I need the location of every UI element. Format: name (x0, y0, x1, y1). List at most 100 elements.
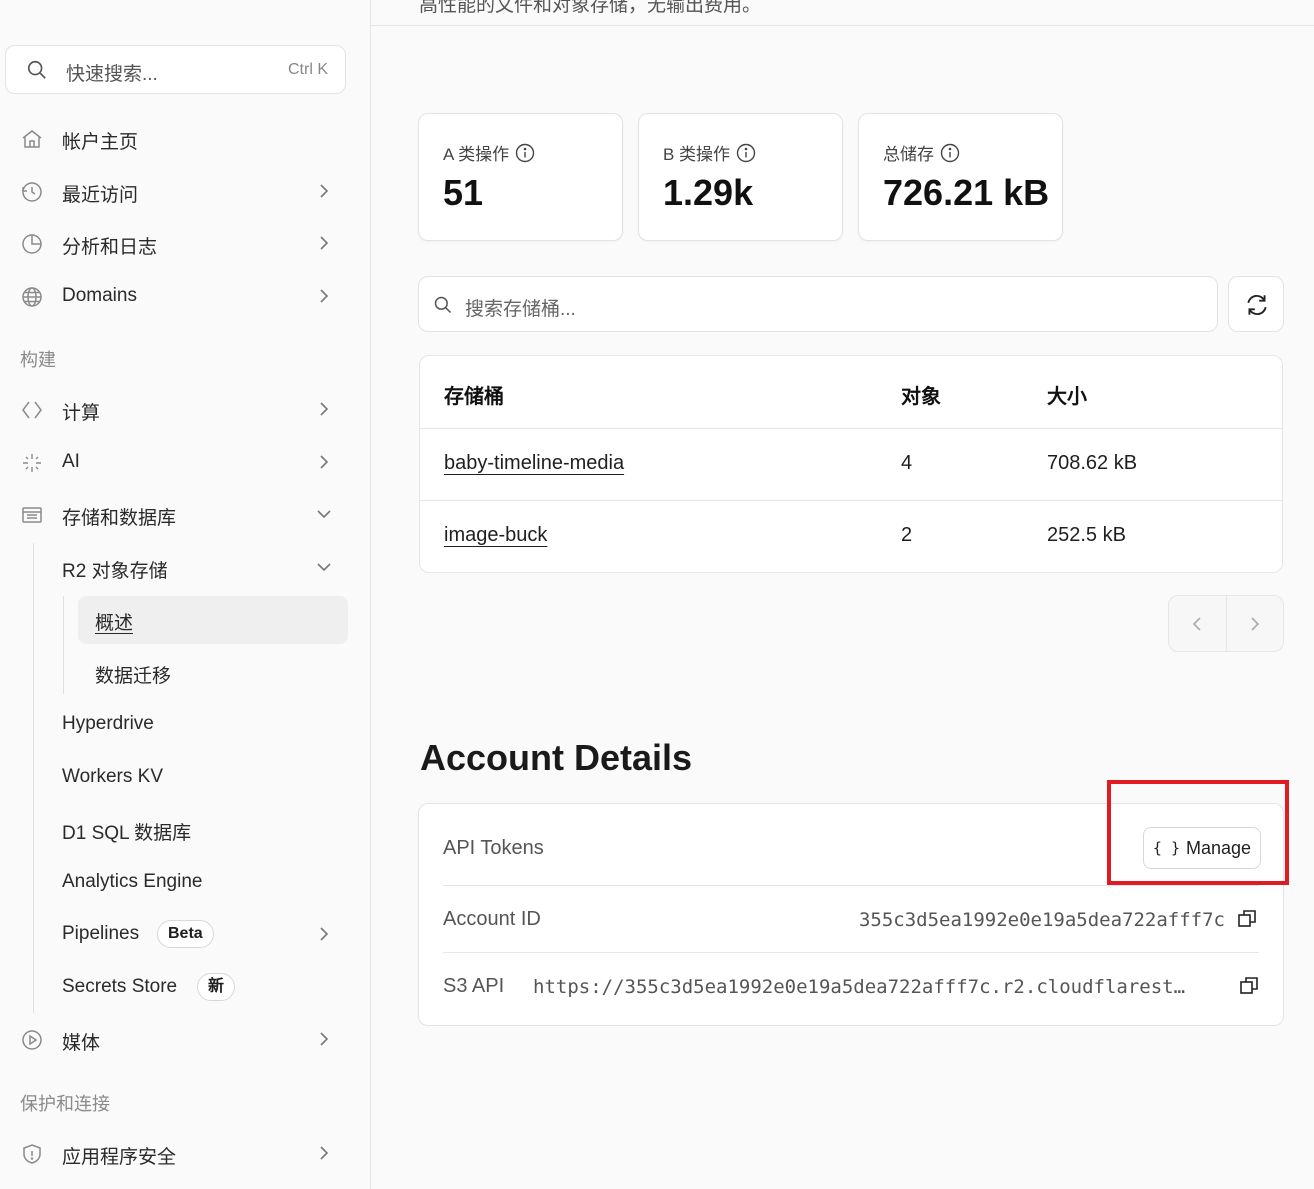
quick-search-input[interactable]: 快速搜索... Ctrl K (5, 45, 346, 94)
nav-item-recent[interactable]: 最近访问 (0, 169, 350, 213)
previous-page-button[interactable] (1187, 614, 1207, 634)
nav-item-label: 应用程序安全 (62, 1147, 177, 1168)
beta-badge: Beta (157, 920, 214, 948)
stat-value: 1.29k (663, 172, 754, 213)
account-id-label: Account ID (443, 908, 541, 930)
bucket-link[interactable]: image-buck (444, 524, 547, 547)
info-icon[interactable] (515, 143, 535, 163)
shield-icon (23, 1144, 41, 1164)
search-icon (434, 296, 452, 314)
nav-item-label: 媒体 (62, 1033, 101, 1054)
play-circle-icon (22, 1030, 42, 1050)
table-row: baby-timeline-media 4 708.62 kB (420, 428, 1282, 500)
bucket-search-input[interactable]: 搜索存储桶... (418, 276, 1218, 332)
stat-value: 51 (443, 172, 484, 213)
search-icon (27, 60, 46, 79)
copy-icon[interactable] (1239, 976, 1259, 996)
nav-item-r2[interactable]: R2 对象存储 (0, 545, 350, 589)
next-page-button[interactable] (1245, 614, 1265, 634)
chevron-right-icon (320, 927, 329, 941)
search-shortcut: Ctrl K (288, 61, 328, 78)
bucket-objects: 4 (901, 452, 913, 474)
bucket-search-placeholder: 搜索存储桶... (465, 299, 576, 320)
nav-item-compute[interactable]: 计算 (0, 387, 350, 431)
nav-item-label: 概述 (95, 613, 134, 634)
chevron-right-icon (320, 1032, 329, 1046)
nav-item-pipelines[interactable]: Pipelines Beta (0, 912, 350, 956)
chevron-right-icon (320, 402, 329, 416)
column-header-bucket: 存储桶 (444, 386, 504, 408)
pagination (1168, 595, 1284, 652)
s3-api-value: https://355c3d5ea1992e0e19a5dea722afff7c… (533, 976, 1186, 998)
info-icon[interactable] (736, 143, 756, 163)
bucket-size: 708.62 kB (1047, 452, 1138, 474)
chevron-down-icon (317, 563, 331, 572)
stat-title-text: A 类操作 (443, 145, 510, 164)
info-icon[interactable] (940, 143, 960, 163)
refresh-button[interactable] (1228, 276, 1284, 332)
account-id-row: Account ID 355c3d5ea1992e0e19a5dea722aff… (443, 886, 1259, 952)
nav-item-label: 数据迁移 (95, 666, 172, 687)
api-tokens-label: API Tokens (443, 837, 544, 859)
nav-item-label: Analytics Engine (62, 871, 203, 892)
stat-title: B 类操作 (663, 140, 756, 165)
nav-item-label: Workers KV (62, 766, 164, 787)
nav-item-label: 最近访问 (62, 185, 139, 206)
home-icon (22, 130, 42, 148)
column-header-size: 大小 (1047, 386, 1087, 408)
nav-item-label: D1 SQL 数据库 (62, 823, 192, 844)
history-icon (22, 182, 42, 202)
nav-item-secrets-store[interactable]: Secrets Store 新 (0, 965, 350, 1009)
refresh-icon (1247, 294, 1267, 316)
stat-card-class-b: B 类操作 1.29k (638, 113, 843, 241)
pie-chart-icon (22, 234, 42, 254)
nav-item-label: R2 对象存储 (62, 561, 168, 582)
section-title-protect: 保护和连接 (20, 1094, 110, 1114)
nav-item-domains[interactable]: Domains (0, 274, 350, 318)
stat-title: A 类操作 (443, 140, 535, 165)
stat-title-text: 总储存 (883, 145, 934, 164)
bucket-link[interactable]: baby-timeline-media (444, 452, 624, 475)
nav-item-label: Secrets Store (62, 976, 178, 997)
nav-item-label: 帐户主页 (62, 132, 139, 153)
code-diamond-icon (22, 401, 42, 419)
chevron-right-icon (320, 236, 329, 250)
nav-item-ai[interactable]: AI (0, 440, 350, 484)
nav-item-media[interactable]: 媒体 (0, 1017, 350, 1061)
sidebar: 快速搜索... Ctrl K 帐户主页 最近访问 分析和日志 Domains 构… (0, 0, 371, 1189)
nav-item-app-security[interactable]: 应用程序安全 (0, 1131, 350, 1175)
nav-item-storage-db[interactable]: 存储和数据库 (0, 492, 350, 536)
pager-divider (1226, 596, 1227, 651)
bucket-size: 252.5 kB (1047, 524, 1126, 546)
stat-card-total-storage: 总储存 726.21 kB (858, 113, 1063, 241)
nav-item-label: 计算 (62, 403, 101, 424)
bucket-objects: 2 (901, 524, 913, 546)
nav-item-analytics[interactable]: 分析和日志 (0, 221, 350, 265)
copy-icon[interactable] (1237, 909, 1257, 929)
nav-item-label: 存储和数据库 (62, 508, 177, 529)
page-description: 高性能的文件和对象存储，无输出费用。 (419, 0, 762, 16)
stat-card-class-a: A 类操作 51 (418, 113, 623, 241)
s3-api-row: S3 API https://355c3d5ea1992e0e19a5dea72… (443, 953, 1259, 1019)
chevron-right-icon (320, 455, 329, 469)
stat-title: 总储存 (883, 140, 960, 165)
chevron-right-icon (320, 1146, 329, 1160)
chevron-right-icon (320, 184, 329, 198)
globe-icon (22, 287, 42, 307)
nav-item-label: Hyperdrive (62, 713, 154, 734)
table-row: image-buck 2 252.5 kB (420, 500, 1282, 572)
sparkles-icon (23, 454, 41, 472)
buckets-table: 存储桶 对象 大小 baby-timeline-media 4 708.62 k… (419, 355, 1283, 573)
new-badge: 新 (197, 973, 236, 1001)
s3-api-label: S3 API (443, 975, 505, 997)
section-title-build: 构建 (20, 350, 56, 370)
search-placeholder: 快速搜索... (66, 64, 158, 85)
column-header-objects: 对象 (901, 386, 941, 408)
nav-item-label: Domains (62, 285, 137, 306)
account-details-heading: Account Details (420, 737, 693, 778)
nav-item-label: Pipelines (62, 923, 140, 944)
nav-item-account-home[interactable]: 帐户主页 (0, 116, 350, 160)
nav-item-label: AI (62, 451, 80, 472)
stat-title-text: B 类操作 (663, 145, 731, 164)
page-description-strip: 高性能的文件和对象存储，无输出费用。 (371, 0, 1314, 26)
